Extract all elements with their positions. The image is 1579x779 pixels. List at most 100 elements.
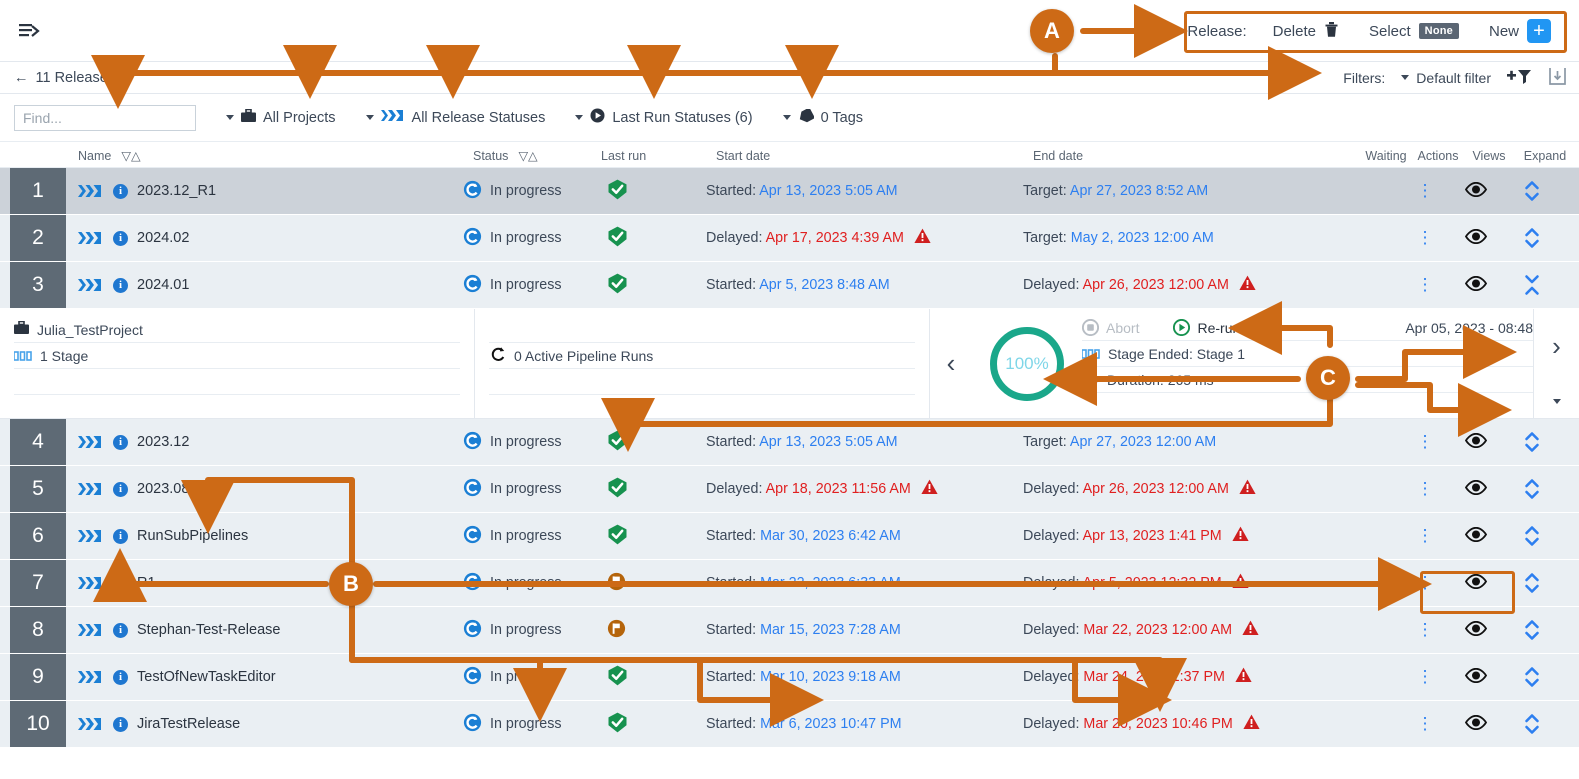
row-views-button[interactable] (1454, 607, 1504, 653)
row-name-cell[interactable]: i 2024.02 (66, 215, 463, 261)
row-actions-menu[interactable]: ⋮ (1402, 419, 1454, 465)
eye-icon[interactable] (1464, 432, 1488, 452)
eye-icon[interactable] (1464, 714, 1488, 734)
expand-icon[interactable] (1524, 476, 1540, 502)
kebab-menu-icon[interactable]: ⋮ (1417, 480, 1434, 497)
eye-icon[interactable] (1464, 620, 1488, 640)
row-expand-toggle[interactable] (1504, 560, 1566, 606)
save-filter-icon[interactable] (1548, 67, 1567, 89)
table-row[interactable]: 6 i RunSubPipelines In progress Started:… (0, 513, 1579, 560)
new-button[interactable]: New + (1489, 19, 1551, 43)
kebab-menu-icon[interactable]: ⋮ (1417, 276, 1434, 293)
row-name-cell[interactable]: i 2024.01 (66, 262, 463, 308)
row-name-cell[interactable]: i R1 (66, 560, 463, 606)
info-icon[interactable]: i (113, 622, 128, 638)
row-name-cell[interactable]: i JiraTestRelease (66, 701, 463, 747)
table-row[interactable]: 7 i R1 In progress Started: Mar 22, 2023… (0, 560, 1579, 607)
row-actions-menu[interactable]: ⋮ (1402, 607, 1454, 653)
expand-icon[interactable] (1524, 429, 1540, 455)
expand-icon[interactable] (1524, 617, 1540, 643)
expand-icon[interactable] (1524, 711, 1540, 737)
default-filter-dropdown[interactable]: Default filter (1401, 70, 1491, 86)
row-views-button[interactable] (1454, 466, 1504, 512)
info-icon[interactable]: i (113, 716, 128, 732)
abort-button[interactable]: Abort (1082, 319, 1139, 336)
info-icon[interactable]: i (113, 669, 128, 685)
row-views-button[interactable] (1454, 168, 1504, 214)
info-icon[interactable]: i (113, 277, 128, 293)
row-name-cell[interactable]: i 2023.12_R1 (66, 168, 463, 214)
info-icon[interactable]: i (113, 528, 128, 544)
release-status-filter-dropdown[interactable]: All Release Statuses (365, 109, 545, 126)
row-expand-toggle[interactable] (1504, 466, 1566, 512)
row-expand-toggle[interactable] (1504, 701, 1566, 747)
sort-icon[interactable]: ▽△ (121, 148, 140, 163)
header-name[interactable]: Name ▽△ (66, 148, 473, 164)
info-icon[interactable]: i (113, 183, 128, 199)
table-row[interactable]: 1 i 2023.12_R1 In progress Started: Apr … (0, 168, 1579, 215)
row-name-cell[interactable]: i RunSubPipelines (66, 513, 463, 559)
row-views-button[interactable] (1454, 654, 1504, 700)
prev-run-button[interactable]: ‹ (930, 309, 972, 418)
expand-icon[interactable] (1524, 523, 1540, 549)
row-views-button[interactable] (1454, 560, 1504, 606)
row-actions-menu[interactable]: ⋮ (1402, 215, 1454, 261)
projects-filter-dropdown[interactable]: All Projects (226, 108, 336, 127)
kebab-menu-icon[interactable]: ⋮ (1417, 527, 1434, 544)
table-row[interactable]: 3 i 2024.01 In progress Started: Apr 5, … (0, 262, 1579, 309)
sort-icon[interactable]: ▽△ (518, 148, 537, 163)
header-status[interactable]: Status ▽△ (473, 148, 601, 164)
eye-icon[interactable] (1464, 479, 1488, 499)
row-expand-toggle[interactable] (1504, 419, 1566, 465)
row-views-button[interactable] (1454, 701, 1504, 747)
eye-icon[interactable] (1464, 667, 1488, 687)
expand-icon[interactable] (1524, 225, 1540, 251)
table-row[interactable]: 8 i Stephan-Test-Release In progress Sta… (0, 607, 1579, 654)
table-row[interactable]: 10 i JiraTestRelease In progress Started… (0, 701, 1579, 748)
expand-icon[interactable] (1524, 178, 1540, 204)
kebab-menu-icon[interactable]: ⋮ (1417, 668, 1434, 685)
table-row[interactable]: 2 i 2024.02 In progress Delayed: Apr 17,… (0, 215, 1579, 262)
row-views-button[interactable] (1454, 513, 1504, 559)
table-row[interactable]: 5 i 2023.08 In progress Delayed: Apr 18,… (0, 466, 1579, 513)
expand-icon[interactable] (1524, 570, 1540, 596)
eye-icon[interactable] (1464, 526, 1488, 546)
row-actions-menu[interactable]: ⋮ (1402, 560, 1454, 606)
kebab-menu-icon[interactable]: ⋮ (1417, 715, 1434, 732)
table-row[interactable]: 4 i 2023.12 In progress Started: Apr 13,… (0, 419, 1579, 466)
row-name-cell[interactable]: i TestOfNewTaskEditor (66, 654, 463, 700)
table-row[interactable]: 9 i TestOfNewTaskEditor In progress Star… (0, 654, 1579, 701)
row-actions-menu[interactable]: ⋮ (1402, 262, 1454, 308)
row-actions-menu[interactable]: ⋮ (1402, 168, 1454, 214)
row-expand-toggle[interactable] (1504, 215, 1566, 261)
tags-filter-dropdown[interactable]: 0 Tags (782, 106, 863, 127)
row-actions-menu[interactable]: ⋮ (1402, 513, 1454, 559)
kebab-menu-icon[interactable]: ⋮ (1417, 433, 1434, 450)
rerun-button[interactable]: Re-run (1173, 319, 1240, 336)
last-run-status-filter-dropdown[interactable]: Last Run Statuses (6) (575, 108, 753, 127)
row-expand-toggle[interactable] (1504, 607, 1566, 653)
next-run-button[interactable]: › (1552, 331, 1561, 362)
eye-icon[interactable] (1464, 573, 1488, 593)
kebab-menu-icon[interactable]: ⋮ (1417, 574, 1434, 591)
select-button[interactable]: Select None (1369, 23, 1459, 40)
kebab-menu-icon[interactable]: ⋮ (1417, 621, 1434, 638)
eye-icon[interactable] (1464, 275, 1488, 295)
row-actions-menu[interactable]: ⋮ (1402, 654, 1454, 700)
delete-button[interactable]: Delete (1273, 21, 1339, 42)
expand-icon[interactable] (1524, 664, 1540, 690)
row-actions-menu[interactable]: ⋮ (1402, 701, 1454, 747)
row-views-button[interactable] (1454, 419, 1504, 465)
collapse-icon[interactable] (1524, 272, 1540, 298)
row-views-button[interactable] (1454, 262, 1504, 308)
info-icon[interactable]: i (113, 230, 128, 246)
info-icon[interactable]: i (113, 481, 128, 497)
more-options-caret-icon[interactable] (1552, 399, 1561, 404)
row-name-cell[interactable]: i 2023.12 (66, 419, 463, 465)
back-to-releases-link[interactable]: ← 11 Releases (14, 70, 115, 86)
info-icon[interactable]: i (113, 575, 128, 591)
row-views-button[interactable] (1454, 215, 1504, 261)
add-filter-icon[interactable] (1507, 67, 1532, 88)
search-input[interactable] (14, 104, 196, 131)
kebab-menu-icon[interactable]: ⋮ (1417, 182, 1434, 199)
